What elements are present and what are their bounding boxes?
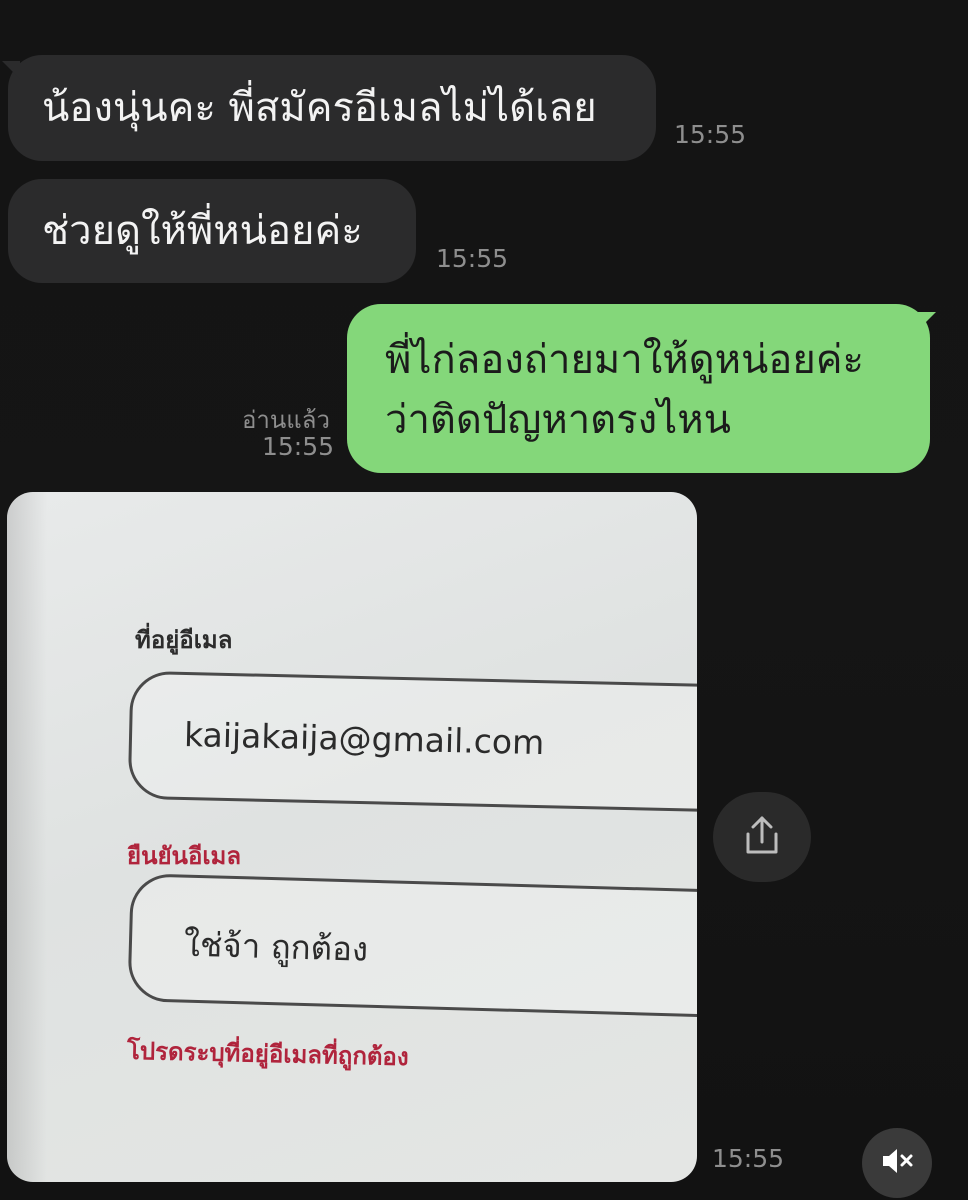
- share-button[interactable]: [713, 792, 811, 882]
- outgoing-message-bubble[interactable]: พี่ไก่ลองถ่ายมาให้ดูหน่อยค่ะ ว่าติดปัญหา…: [347, 304, 936, 473]
- message-timestamp: 15:55: [674, 120, 747, 149]
- photo-email-label: ที่อยู่อีเมล: [135, 626, 233, 654]
- chat-view: น้องนุ่นคะ พี่สมัครอีเมลไม่ได้เลย 15:55 …: [0, 0, 968, 1200]
- share-icon: [742, 814, 782, 860]
- incoming-message-bubble[interactable]: น้องนุ่นคะ พี่สมัครอีเมลไม่ได้เลย: [2, 55, 656, 161]
- incoming-message-bubble[interactable]: ช่วยดูให้พี่หน่อยค่ะ: [8, 179, 416, 283]
- message-text: ช่วยดูให้พี่หน่อยค่ะ: [42, 208, 363, 254]
- bubble-tail: [918, 312, 936, 330]
- message-text-line: พี่ไก่ลองถ่ายมาให้ดูหน่อยค่ะ: [385, 337, 865, 383]
- message-text: น้องนุ่นคะ พี่สมัครอีเมลไม่ได้เลย: [42, 85, 597, 131]
- photo-confirm-value: ใช่จ้า ถูกต้อง: [183, 924, 369, 969]
- mute-button[interactable]: [862, 1128, 932, 1198]
- photo-confirm-label: ยืนยันอีเมล: [127, 842, 242, 870]
- message-timestamp: 15:55: [436, 244, 509, 273]
- photo-shadow: [7, 492, 47, 1182]
- mute-icon: [880, 1146, 914, 1180]
- message-text-line: ว่าติดปัญหาตรงไหน: [385, 397, 731, 443]
- photo-confirm-field: ใช่จ้า ถูกต้อง: [127, 873, 697, 1019]
- bubble-tail: [2, 61, 20, 79]
- photo-message[interactable]: ที่อยู่อีเมล kaijakaija@gmail.com ยืนยัน…: [7, 492, 697, 1182]
- message-timestamp: 15:55: [262, 432, 335, 461]
- message-timestamp: 15:55: [712, 1144, 785, 1173]
- photo-email-field: kaijakaija@gmail.com: [127, 670, 697, 814]
- photo-email-value: kaijakaija@gmail.com: [183, 714, 545, 763]
- photo-error-text: โปรดระบุที่อยู่อีเมลที่ถูกต้อง: [126, 1036, 409, 1072]
